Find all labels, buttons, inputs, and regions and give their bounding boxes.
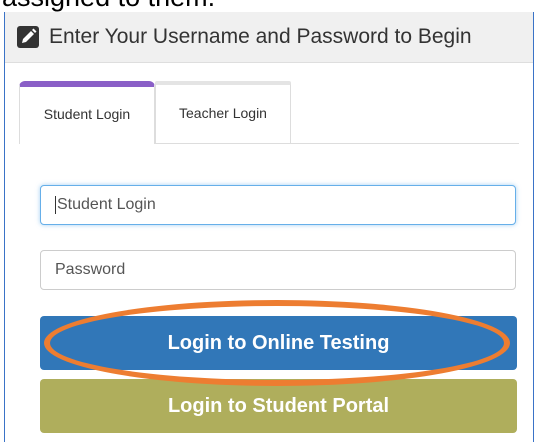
login-tabs: Student Login Teacher Login — [19, 81, 519, 144]
tab-teacher-login[interactable]: Teacher Login — [155, 81, 291, 143]
login-student-portal-button[interactable]: Login to Student Portal — [40, 379, 517, 433]
header-title: Enter Your Username and Password to Begi… — [49, 25, 472, 48]
login-panel: Enter Your Username and Password to Begi… — [4, 12, 534, 442]
username-input[interactable]: Student Login — [40, 185, 516, 225]
tab-student-login[interactable]: Student Login — [19, 81, 155, 144]
password-input[interactable]: Password — [40, 250, 516, 290]
login-online-testing-button[interactable]: Login to Online Testing — [40, 316, 517, 370]
panel-body: Student Login Teacher Login Student Logi… — [5, 63, 533, 443]
text-caret — [55, 195, 56, 214]
password-placeholder: Password — [55, 261, 126, 278]
username-placeholder: Student Login — [57, 196, 156, 213]
login-form: Student Login Password Login to Online T… — [5, 143, 533, 443]
caption-text: assigned to them. — [0, 0, 537, 12]
panel-header: Enter Your Username and Password to Begi… — [5, 12, 533, 63]
pencil-square-icon — [17, 26, 39, 48]
